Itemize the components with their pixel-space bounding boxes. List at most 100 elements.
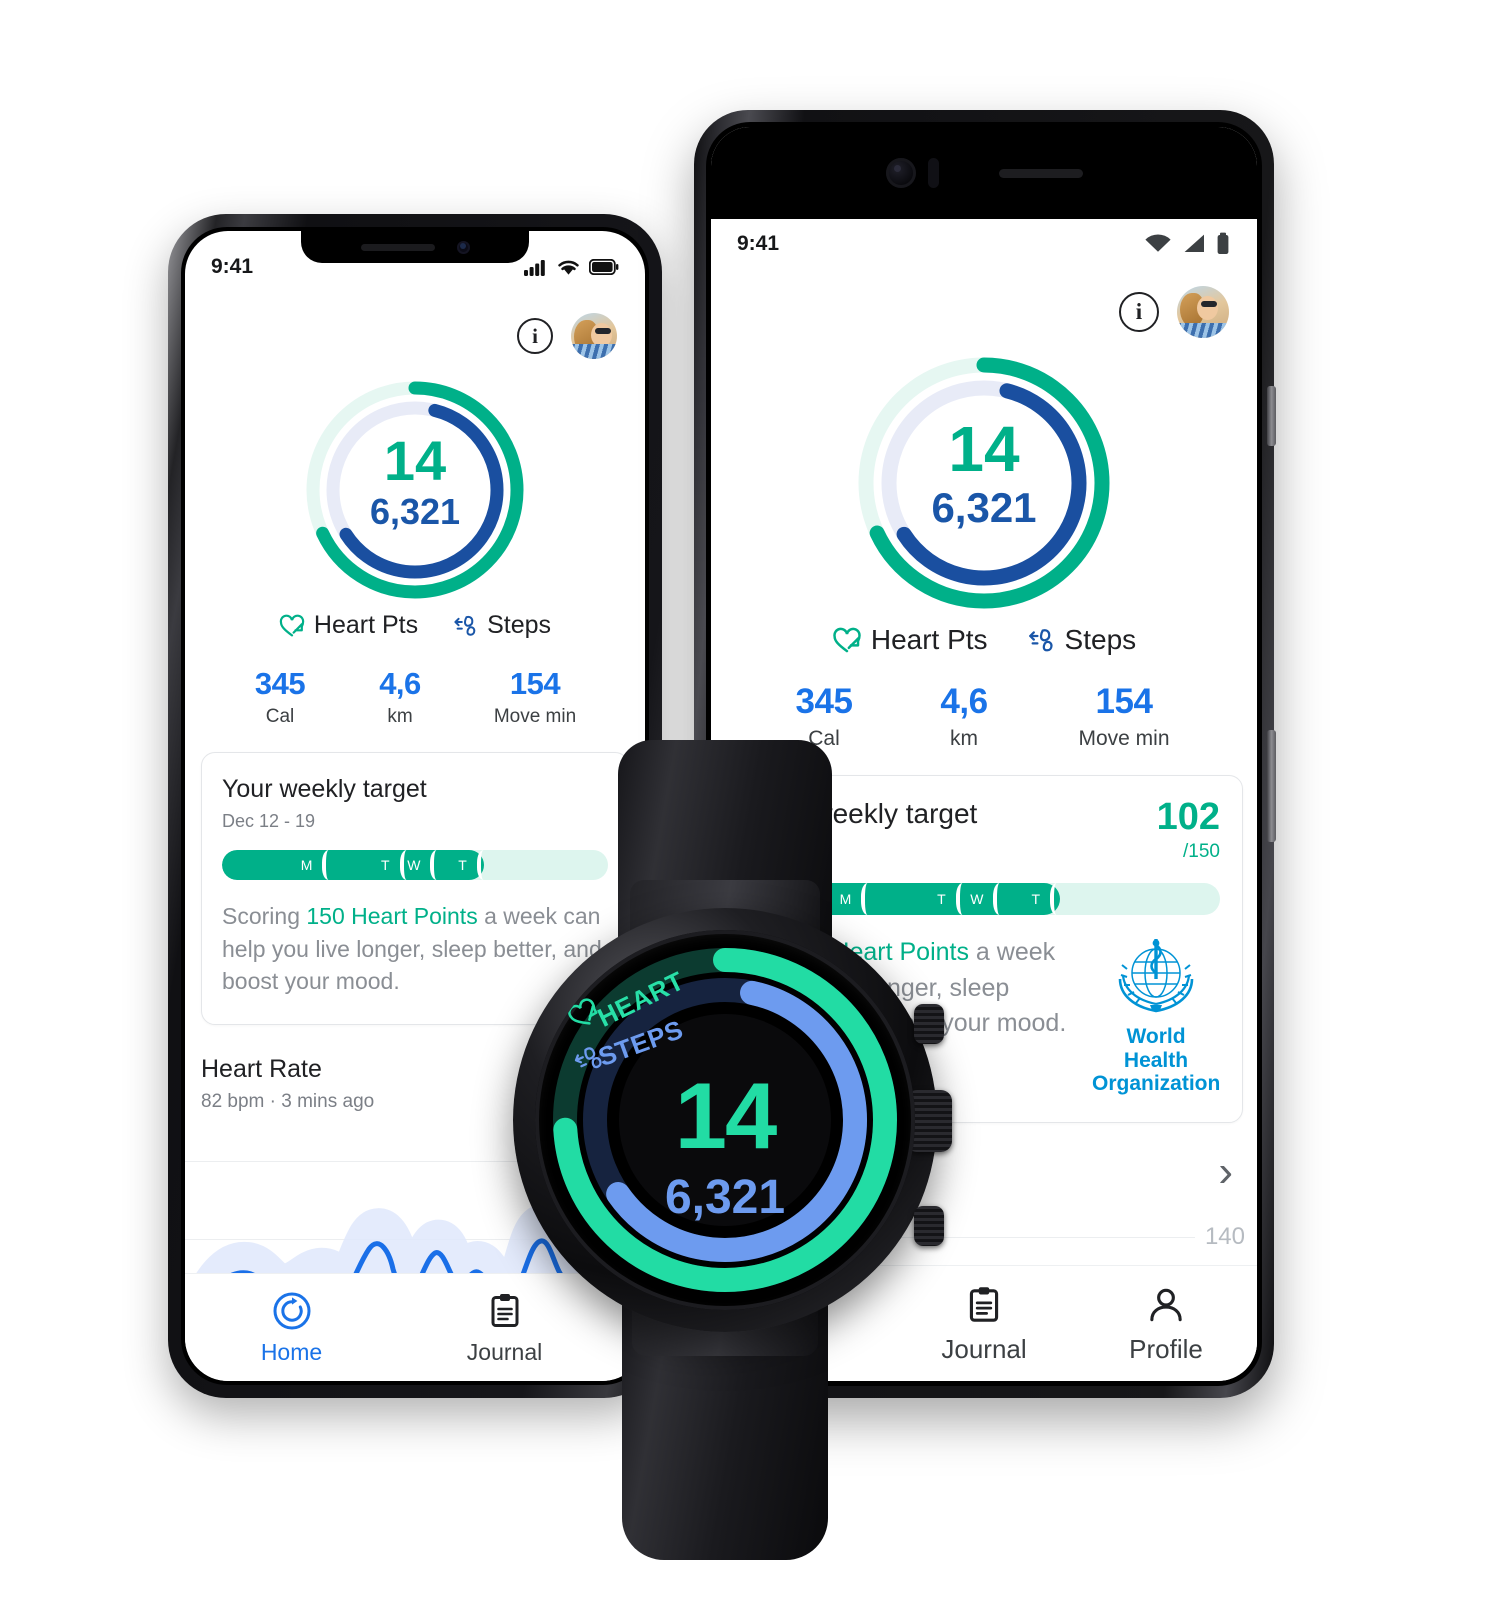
nav-item-home[interactable]: Home (185, 1290, 398, 1366)
profile-person-icon (1150, 1288, 1182, 1321)
legend-heart-pts: Heart Pts (279, 611, 418, 640)
stat-cal-unit: Cal (265, 706, 295, 727)
activity-rings[interactable]: 14 6,321 (185, 377, 645, 603)
ring-legend: Heart Pts Steps (711, 624, 1257, 656)
stat-cal-value: 345 (254, 666, 306, 701)
week-day-separator (993, 883, 1006, 916)
user-avatar[interactable] (571, 313, 617, 359)
watch-side-button-top[interactable] (914, 1004, 944, 1044)
wifi-icon (558, 260, 579, 275)
iphone-notch (301, 231, 529, 263)
activity-rings[interactable]: 14 6,321 (711, 352, 1257, 614)
stat-km-unit: km (387, 706, 413, 727)
nav-item-home-label: Home (260, 1338, 323, 1365)
user-avatar[interactable] (1177, 286, 1229, 339)
stat-move-min[interactable]: 154 Move min (460, 666, 610, 728)
watch-steps-value: 6,321 (664, 1171, 786, 1224)
app-top-bar: i (711, 280, 1257, 339)
cellular-icon (1184, 234, 1204, 253)
info-button[interactable]: i (1119, 292, 1159, 333)
who-line1: World Health (1123, 1025, 1189, 1072)
week-day-separator (1050, 883, 1063, 916)
earpiece-speaker-icon (360, 243, 435, 251)
info-button[interactable]: i (517, 318, 553, 354)
week-day-separator (955, 883, 969, 916)
legend-heart-pts: Heart Pts (832, 624, 988, 656)
who-line2: Organization (1092, 1072, 1221, 1096)
nav-item-journal-label: Journal (941, 1333, 1027, 1364)
avatar-shirt (1177, 323, 1229, 339)
legend-steps-label: Steps (487, 611, 552, 639)
journal-clipboard-icon (969, 1286, 999, 1322)
weekly-goal-counter: 102 /150 (1157, 798, 1220, 863)
who-attribution: World Health Organization (1092, 935, 1220, 1096)
week-day-separator (399, 850, 413, 880)
desc-line1-after: a week (968, 938, 1056, 967)
week-day-separator (476, 850, 490, 880)
rings-svg: 14 6,321 (858, 357, 1110, 609)
week-day-separator (430, 850, 443, 880)
phone-button-volume[interactable] (1267, 730, 1276, 842)
status-time: 9:41 (737, 231, 780, 255)
stat-cal[interactable]: 345 Cal (220, 666, 340, 728)
rings-heart-value: 14 (948, 413, 1020, 485)
stat-move-unit: Move min (1078, 727, 1170, 751)
chevron-right-icon[interactable]: › (1218, 1149, 1233, 1193)
watch-case: HEART STEPS 14 6,321 (513, 908, 952, 1332)
info-icon: i (1135, 299, 1143, 325)
stat-km-value: 4,6 (940, 682, 988, 722)
battery-icon (1217, 232, 1229, 255)
weekly-goal-current: 102 (1156, 796, 1220, 839)
nav-item-profile[interactable]: Profile (1075, 1283, 1257, 1365)
legend-steps: Steps (452, 611, 551, 640)
android-top-bezel (711, 127, 1257, 219)
front-camera-icon (885, 158, 916, 188)
ring-legend: Heart Pts Steps (185, 611, 645, 640)
avatar-shirt (571, 344, 617, 359)
cellular-icon (524, 259, 545, 276)
heart-points-icon (279, 614, 305, 636)
proximity-sensor-icon (927, 158, 939, 188)
rings-steps-value: 6,321 (370, 491, 460, 532)
stat-km-value: 4,6 (379, 666, 421, 701)
composite-scene: 9:41 i 14 6,321 Heart Pts Steps 345 Cal … (0, 0, 1506, 1600)
front-camera-icon (456, 240, 470, 254)
status-bar: 9:41 (711, 219, 1257, 268)
legend-heart-pts-label: Heart Pts (870, 624, 988, 656)
watch-screen[interactable]: HEART STEPS 14 6,321 (535, 930, 915, 1310)
stat-move-value: 154 (509, 666, 561, 701)
watch-side-button-bottom[interactable] (914, 1206, 944, 1246)
rings-heart-value: 14 (384, 429, 446, 492)
watch-heart-value: 14 (674, 1063, 778, 1168)
steps-icon (1028, 628, 1053, 651)
daily-stats: 345 Cal 4,6 km 154 Move min (185, 666, 645, 728)
earpiece-speaker-icon (998, 168, 1083, 178)
desc-highlight: 150 Heart Points (306, 903, 478, 929)
legend-heart-pts-label: Heart Pts (313, 611, 419, 639)
week-day-separator (322, 850, 335, 880)
rings-svg: 14 6,321 (306, 381, 524, 599)
phone-button-power[interactable] (1267, 386, 1276, 446)
weekly-goal-total: /150 (1183, 841, 1220, 863)
avatar-face (1197, 296, 1218, 321)
info-icon: i (532, 323, 538, 348)
desc-before: Scoring (222, 903, 307, 929)
stat-move-value: 154 (1095, 682, 1153, 722)
avatar-sunglasses (595, 328, 611, 334)
status-icons (524, 259, 619, 276)
stat-cal-value: 345 (795, 682, 853, 722)
avatar-sunglasses (1201, 301, 1217, 308)
rings-steps-value: 6,321 (931, 484, 1036, 531)
legend-steps: Steps (1026, 624, 1136, 656)
nav-item-profile-label: Profile (1129, 1333, 1203, 1364)
stat-move-unit: Move min (493, 706, 577, 727)
stat-km[interactable]: 4,6 km (340, 666, 460, 728)
wifi-icon (1145, 234, 1171, 252)
steps-icon (454, 615, 476, 636)
heart-points-icon (833, 627, 861, 652)
who-emblem-icon (1118, 939, 1194, 1013)
status-icons (1144, 232, 1231, 255)
stat-move-min[interactable]: 154 Move min (1029, 682, 1219, 751)
smartwatch-device: HEART STEPS 14 6,321 (505, 740, 952, 1560)
home-ring-icon (273, 1292, 310, 1329)
